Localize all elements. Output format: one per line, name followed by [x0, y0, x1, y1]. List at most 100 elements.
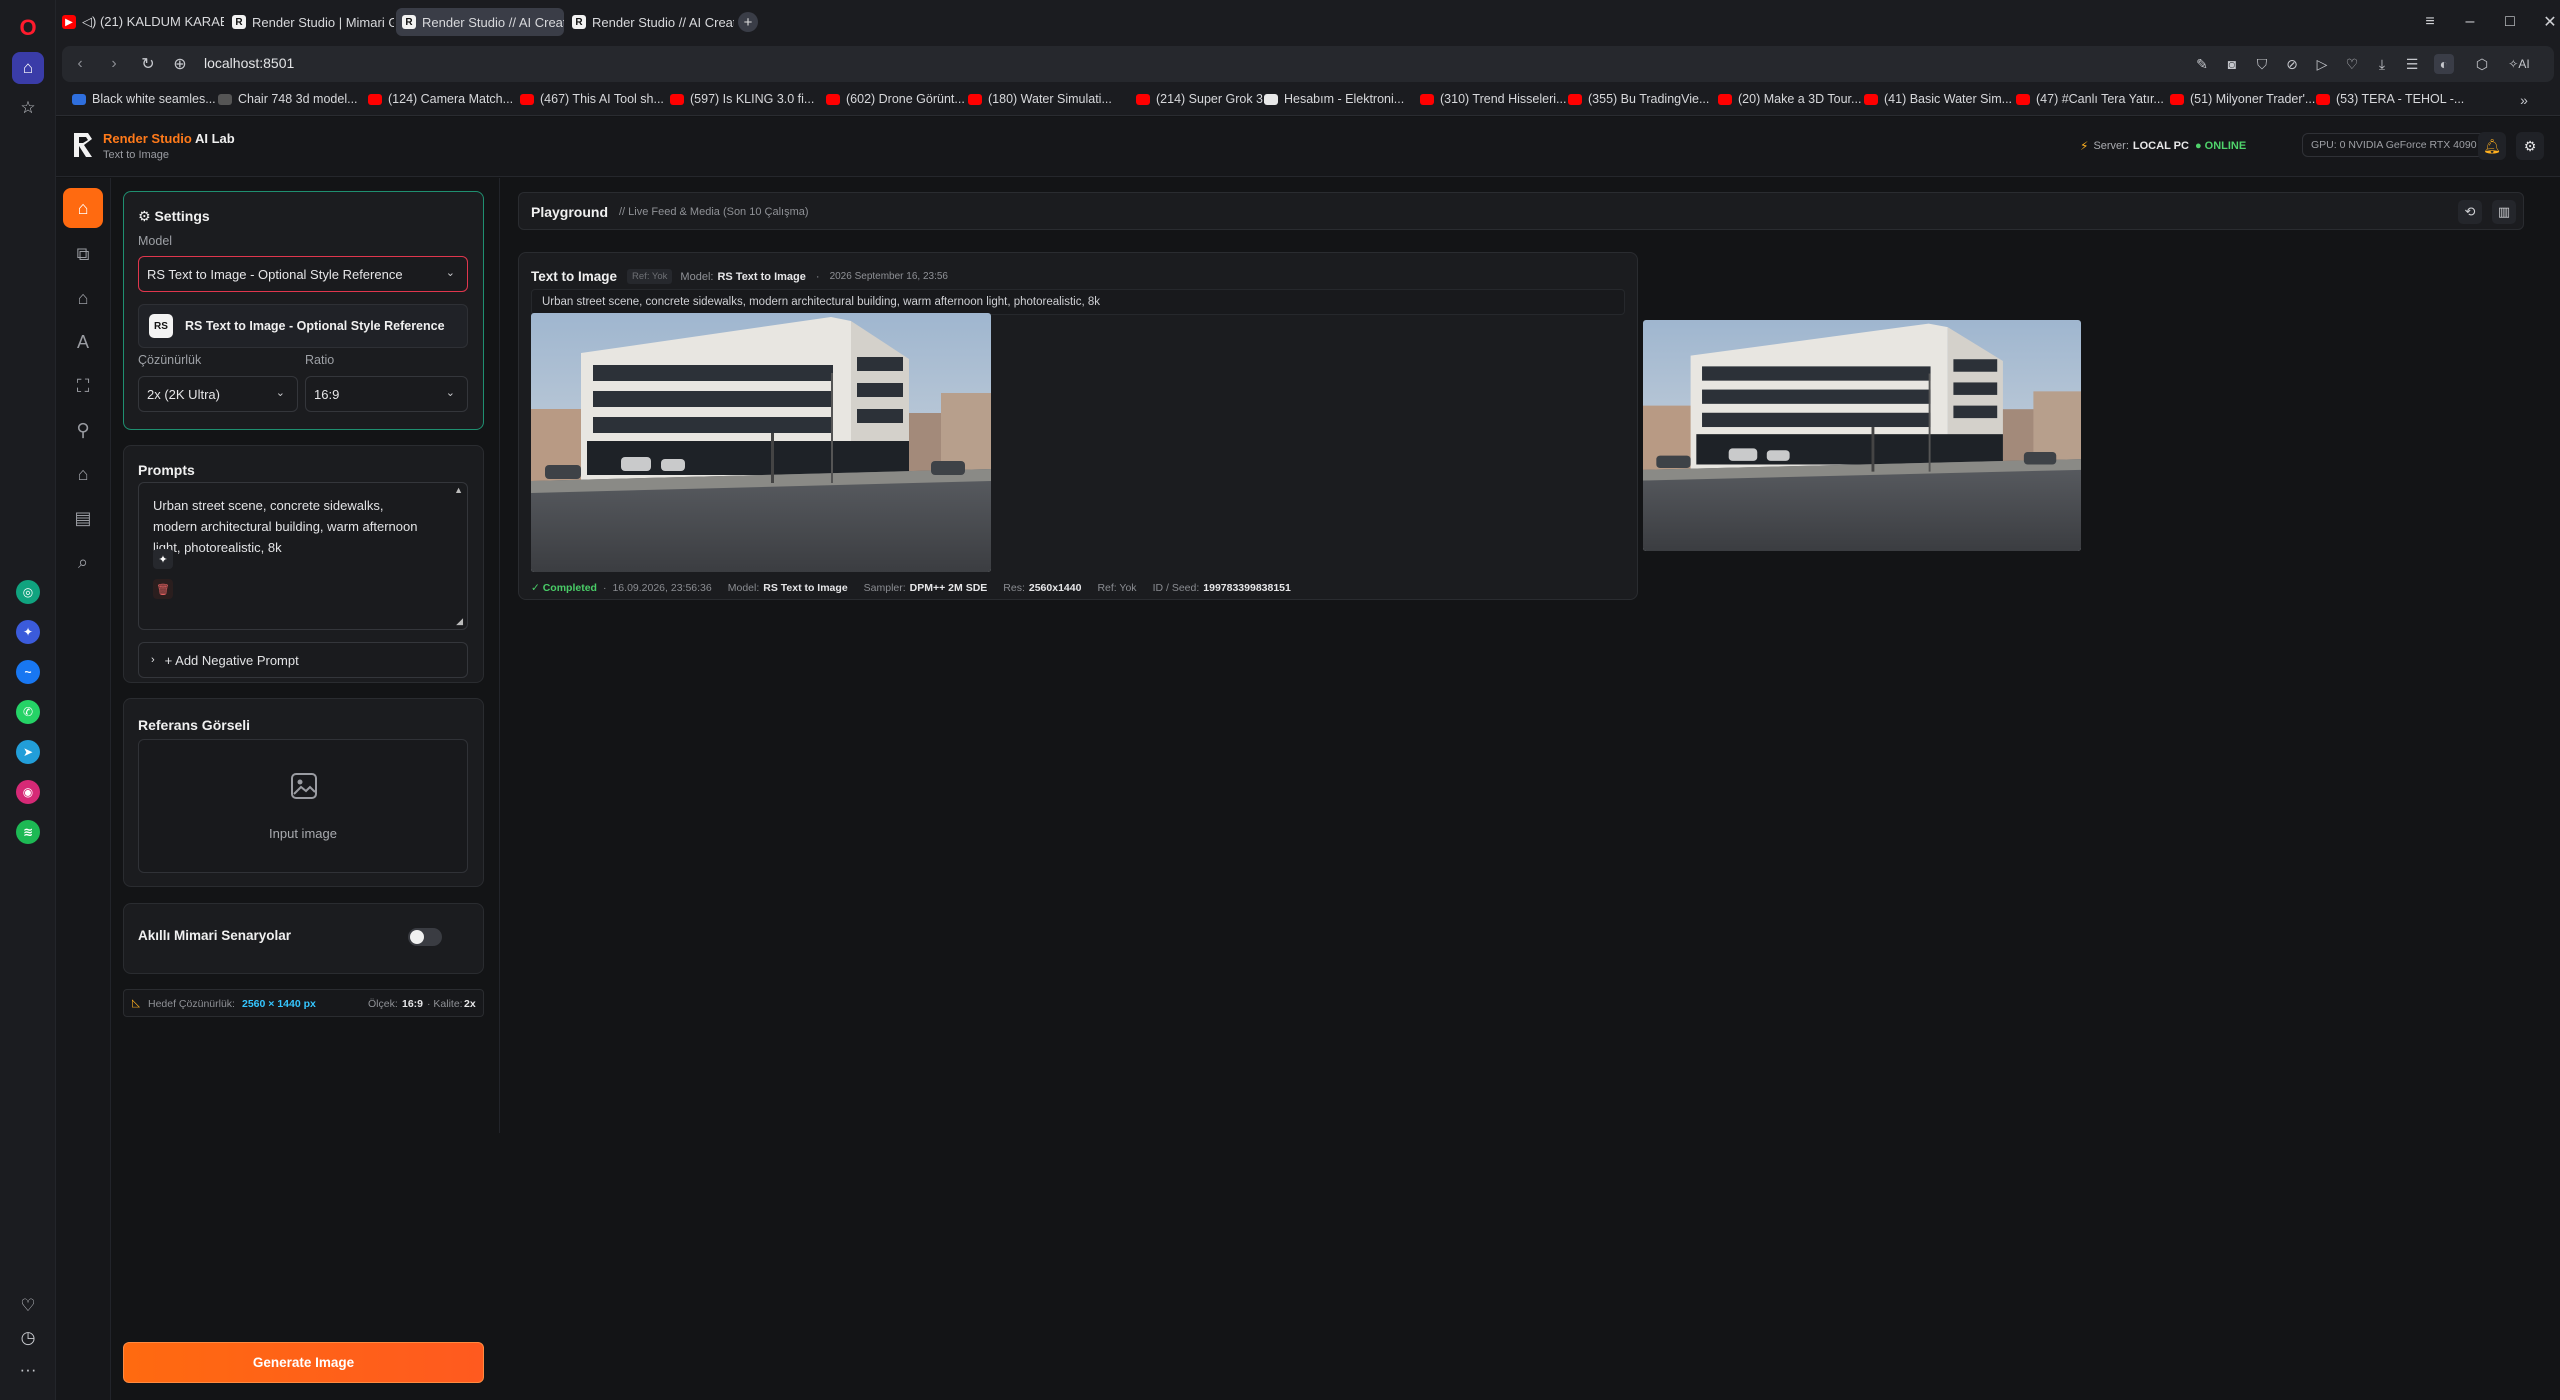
tab-search-icon[interactable]: ≡: [2416, 8, 2444, 36]
nav-interior-icon[interactable]: ⌂: [63, 454, 103, 494]
nav-user-add-icon[interactable]: ⚲: [63, 410, 103, 450]
ai-button[interactable]: ✧ AI: [2502, 54, 2536, 74]
play-icon[interactable]: ▷: [2312, 54, 2332, 74]
bookmark-item[interactable]: (355) Bu TradingVie...: [1568, 92, 1709, 106]
tab-label: Render Studio | Mimari Gö: [252, 14, 394, 30]
whatsapp-icon[interactable]: ✆: [16, 700, 40, 724]
reference-dropzone[interactable]: Input image: [138, 739, 468, 873]
result-timestamp: 16.09.2026, 23:56:36: [612, 582, 712, 594]
nav-render-icon[interactable]: ⌂: [63, 278, 103, 318]
street-photo-preview: [1643, 320, 2081, 551]
bookmark-item[interactable]: (602) Drone Görünt...: [826, 92, 965, 106]
ruler-icon: ◺: [132, 997, 141, 1009]
bookmark-item[interactable]: (180) Water Simulati...: [968, 92, 1112, 106]
telegram-icon[interactable]: ➤: [16, 740, 40, 764]
nav-gallery-icon[interactable]: ⧉: [63, 234, 103, 274]
maximize-icon[interactable]: □: [2496, 8, 2524, 36]
bookmark-item[interactable]: (47) #Canlı Tera Yatır...: [2016, 92, 2164, 106]
enhance-sparkle-icon[interactable]: ✦: [153, 549, 173, 569]
aria-icon[interactable]: ✦: [16, 620, 40, 644]
settings-gear-icon[interactable]: ⚙: [2516, 132, 2544, 160]
prompt-textarea[interactable]: Urban street scene, concrete sidewalks, …: [138, 482, 468, 630]
url-text[interactable]: localhost:8501: [204, 55, 294, 71]
nav-sketch-icon[interactable]: A: [63, 322, 103, 362]
layout-columns-icon[interactable]: ▥: [2492, 200, 2516, 224]
vpn-icon[interactable]: ⊘: [2282, 54, 2302, 74]
nav-image-edit-icon[interactable]: ⛶: [63, 366, 103, 406]
instagram-icon[interactable]: ◉: [16, 780, 40, 804]
forward-icon[interactable]: ›: [104, 54, 124, 74]
back-icon[interactable]: ‹: [70, 54, 90, 74]
new-tab-plus-icon[interactable]: +: [738, 12, 758, 32]
profile-icon[interactable]: ◐: [2434, 54, 2454, 74]
tab-1[interactable]: ▶ ◁) (21) KALDUM KARABU: [56, 8, 224, 36]
bookmark-item[interactable]: (51) Milyoner Trader'...: [2170, 92, 2315, 106]
target-resolution-bar: ◺ Hedef Çözünürlük: 2560 × 1440 px Ölçek…: [123, 989, 484, 1017]
smart-scenarios-toggle[interactable]: [408, 928, 442, 946]
minimize-icon[interactable]: –: [2456, 8, 2484, 36]
edit-icon[interactable]: ✎: [2192, 54, 2212, 74]
brand-name: Render Studio: [103, 131, 192, 146]
chatgpt-icon[interactable]: ◎: [16, 580, 40, 604]
nav-storage-icon[interactable]: ▤: [63, 498, 103, 538]
bookmark-item[interactable]: Chair 748 3d model...: [218, 92, 358, 106]
bookmarks-overflow-chevron-icon[interactable]: »: [2514, 90, 2534, 110]
nav-search-icon[interactable]: ⌕: [63, 542, 103, 582]
bookmark-item[interactable]: (467) This AI Tool sh...: [520, 92, 664, 106]
easy-setup-icon[interactable]: ☰: [2402, 54, 2422, 74]
nav-text-to-image-icon[interactable]: ⌂: [63, 188, 103, 228]
notifications-bell-icon[interactable]: 🔔︎: [2478, 132, 2506, 160]
tab-4[interactable]: R Render Studio // AI Creati: [566, 8, 734, 36]
youtube-icon: ▶: [62, 15, 76, 29]
heart-icon[interactable]: ♡: [2342, 54, 2362, 74]
bookmark-item[interactable]: (53) TERA - TEHOL -...: [2316, 92, 2464, 106]
history-clock-icon[interactable]: ◷: [12, 1322, 44, 1354]
camera-icon[interactable]: ◙: [2222, 54, 2242, 74]
trash-icon[interactable]: 🗑︎: [153, 579, 173, 599]
speed-dial-icon[interactable]: ☆: [12, 92, 44, 124]
ratio-select[interactable]: 16:9 ⌄: [305, 376, 468, 412]
messenger-icon[interactable]: ~: [16, 660, 40, 684]
opera-logo-icon[interactable]: O: [12, 12, 44, 44]
home-icon[interactable]: ⌂: [12, 52, 44, 84]
street-photo: [531, 313, 991, 572]
more-dots-icon[interactable]: ···: [12, 1354, 44, 1386]
bookmark-item[interactable]: Hesabım - Elektroni...: [1264, 92, 1404, 106]
bookmark-item[interactable]: (214) Super Grok 3...: [1136, 92, 1273, 106]
result-image[interactable]: [531, 313, 991, 572]
server-status: ⚡ Server: LOCAL PC ● ONLINE: [2080, 139, 2246, 153]
screen: O ⌂ ☆ ◎ ✦ ~ ✆ ➤ ◉ ≋ ♡ ◷ ··· ▶ ◁) (21) KA…: [0, 0, 2560, 1400]
close-icon[interactable]: ✕: [2536, 8, 2560, 36]
resolution-select[interactable]: 2x (2K Ultra) ⌄: [138, 376, 298, 412]
refresh-icon[interactable]: ⟲: [2458, 200, 2482, 224]
bookmark-label: (355) Bu TradingVie...: [1588, 92, 1710, 106]
bookmark-item[interactable]: (597) Is KLING 3.0 fi...: [670, 92, 814, 106]
prompt-text[interactable]: Urban street scene, concrete sidewalks, …: [153, 495, 423, 558]
model-select[interactable]: RS Text to Image - Optional Style Refere…: [138, 256, 468, 292]
tab-2[interactable]: R Render Studio | Mimari Gö: [226, 8, 394, 36]
resize-handle-icon[interactable]: ◢: [456, 616, 463, 627]
bookmark-item[interactable]: (20) Make a 3D Tour...: [1718, 92, 1861, 106]
site-info-globe-icon[interactable]: ⊕: [170, 54, 190, 74]
shield-icon[interactable]: ⛉: [2252, 54, 2272, 74]
tab-3-active[interactable]: R Render Studio // AI Creati: [396, 8, 564, 36]
download-icon[interactable]: ⤓: [2372, 54, 2392, 74]
bookmark-item[interactable]: (41) Basic Water Sim...: [1864, 92, 2012, 106]
bookmark-item[interactable]: (124) Camera Match...: [368, 92, 513, 106]
bookmark-item[interactable]: (310) Trend Hisseleri...: [1420, 92, 1566, 106]
scroll-up-icon[interactable]: ▲: [454, 485, 463, 495]
spotify-icon[interactable]: ≋: [16, 820, 40, 844]
reload-icon[interactable]: ↻: [138, 54, 158, 74]
favorites-heart-icon[interactable]: ♡: [12, 1290, 44, 1322]
model-option[interactable]: RS RS Text to Image - Optional Style Ref…: [138, 304, 468, 348]
extensions-cube-icon[interactable]: ⬡: [2472, 54, 2492, 74]
address-bar[interactable]: ‹ › ↻ ⊕ localhost:8501 ✎ ◙ ⛉ ⊘ ▷ ♡ ⤓ ☰ ◐…: [62, 46, 2554, 82]
bookmark-item[interactable]: Black white seamles...: [72, 92, 216, 106]
add-negative-prompt-button[interactable]: › + Add Negative Prompt: [138, 642, 468, 678]
playground-bar: Playground // Live Feed & Media (Son 10 …: [518, 192, 2524, 230]
app-nav: ⌂ ⧉ ⌂ A ⛶ ⚲ ⌂ ▤ ⌕: [56, 178, 111, 1400]
smart-scenarios-panel: Akıllı Mimari Senaryolar: [123, 903, 484, 974]
preview-image[interactable]: [1643, 320, 2081, 551]
toggle-knob: [410, 930, 424, 944]
generate-image-button[interactable]: Generate Image: [123, 1342, 484, 1383]
